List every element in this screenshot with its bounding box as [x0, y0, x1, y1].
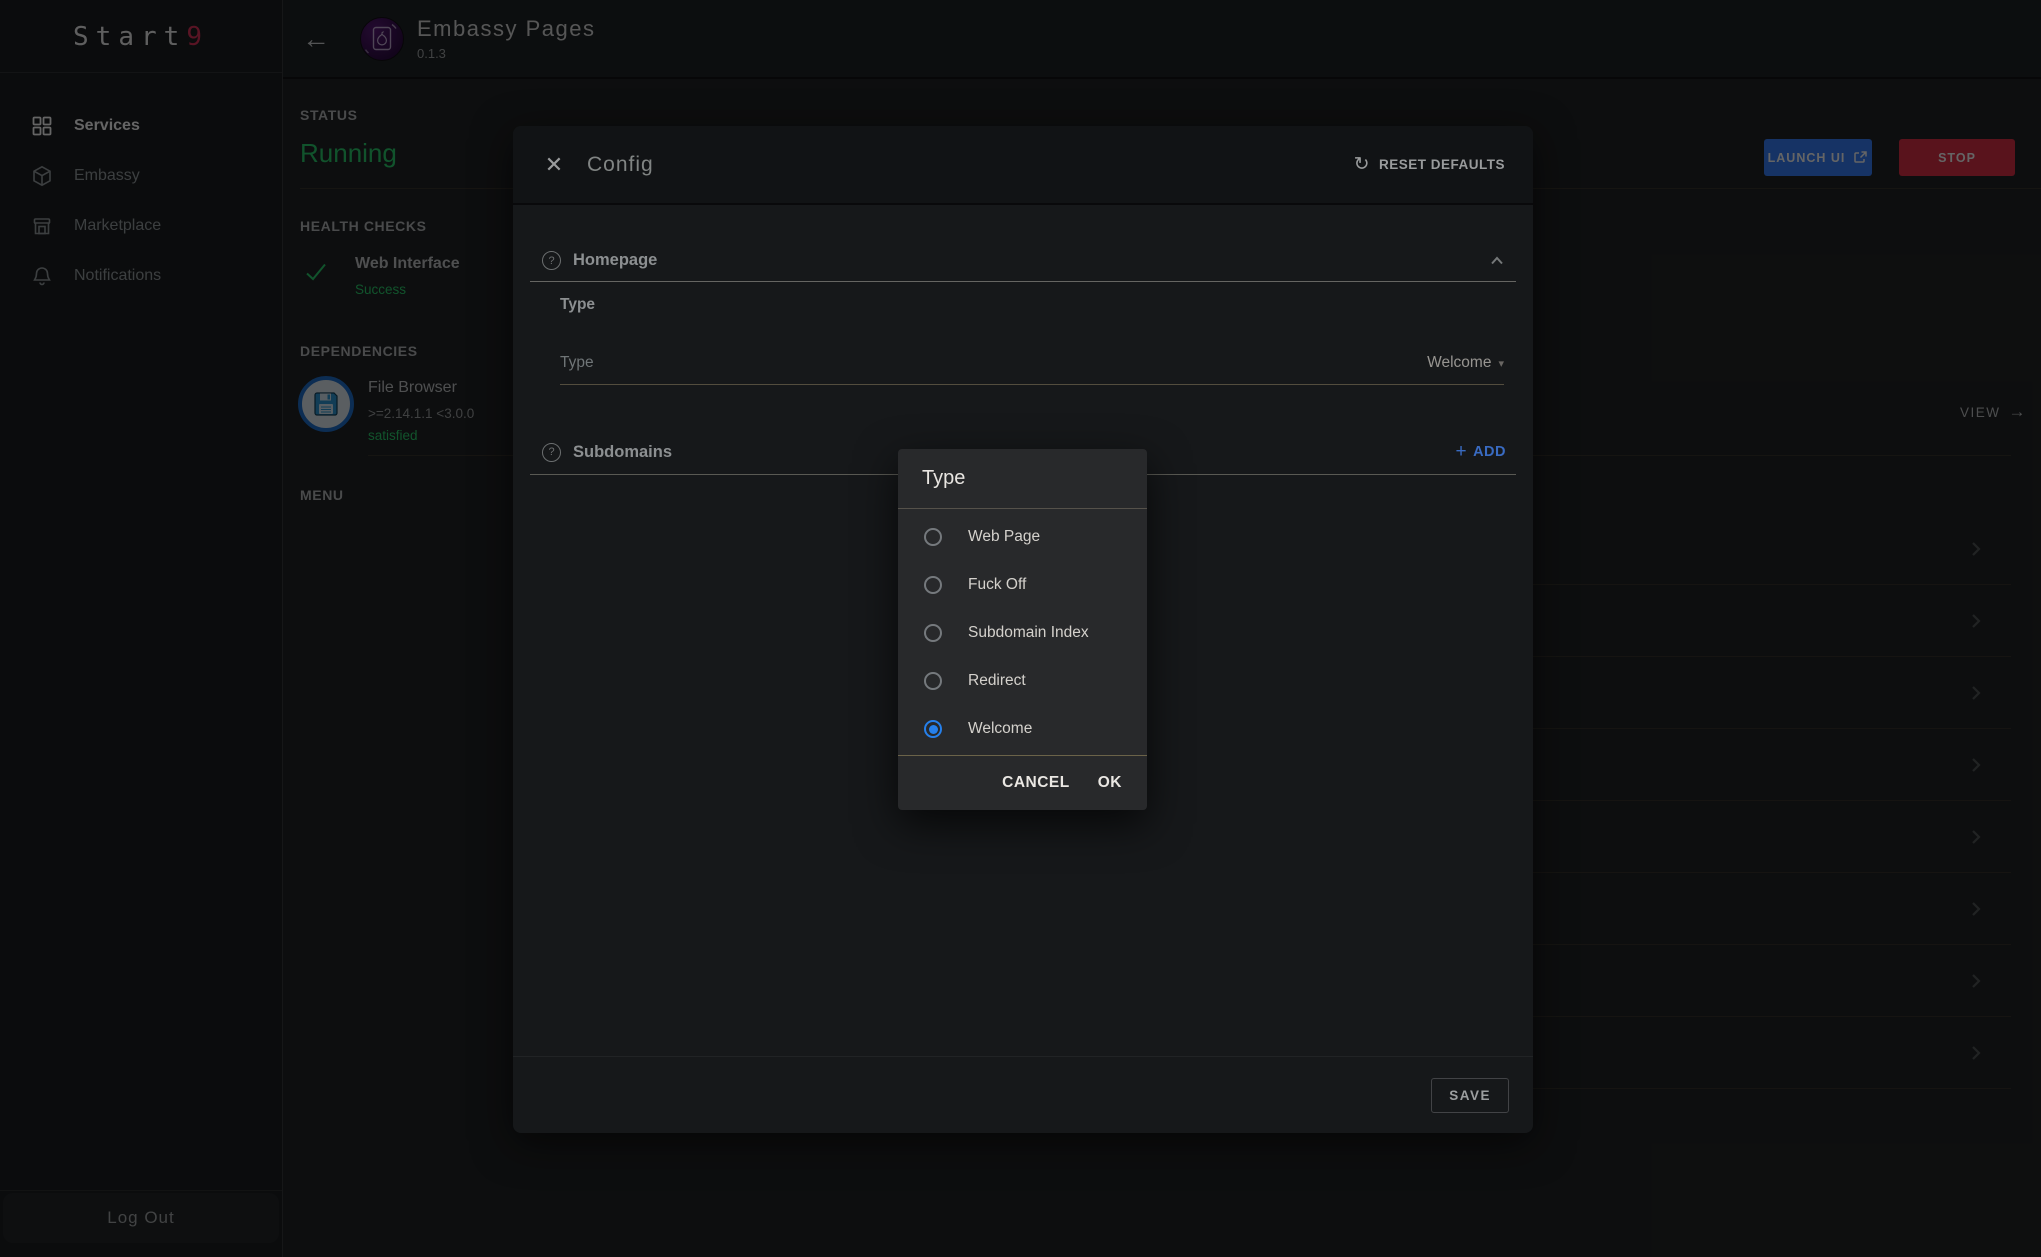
type-popup-title: Type	[922, 467, 965, 490]
radio-unchecked-icon[interactable]	[924, 672, 942, 690]
type-options-list: Web Page Fuck Off Subdomain Index Redire…	[898, 513, 1147, 753]
radio-unchecked-icon[interactable]	[924, 528, 942, 546]
radio-option-fuck-off[interactable]: Fuck Off	[898, 561, 1147, 609]
radio-option-welcome[interactable]: Welcome	[898, 705, 1147, 753]
radio-unchecked-icon[interactable]	[924, 624, 942, 642]
ok-button[interactable]: OK	[1098, 774, 1122, 792]
option-label: Web Page	[968, 528, 1040, 546]
option-label: Subdomain Index	[968, 624, 1089, 642]
option-label: Redirect	[968, 672, 1026, 690]
radio-option-subdomain-index[interactable]: Subdomain Index	[898, 609, 1147, 657]
radio-option-redirect[interactable]: Redirect	[898, 657, 1147, 705]
option-label: Fuck Off	[968, 576, 1026, 594]
popup-title-divider	[898, 508, 1147, 509]
radio-checked-icon[interactable]	[924, 720, 942, 738]
option-label: Welcome	[968, 720, 1032, 738]
popup-buttons: CANCEL OK	[898, 756, 1147, 810]
type-popup: Type Web Page Fuck Off Subdomain Index R…	[898, 449, 1147, 810]
radio-unchecked-icon[interactable]	[924, 576, 942, 594]
radio-option-web-page[interactable]: Web Page	[898, 513, 1147, 561]
cancel-button[interactable]: CANCEL	[1002, 774, 1070, 792]
